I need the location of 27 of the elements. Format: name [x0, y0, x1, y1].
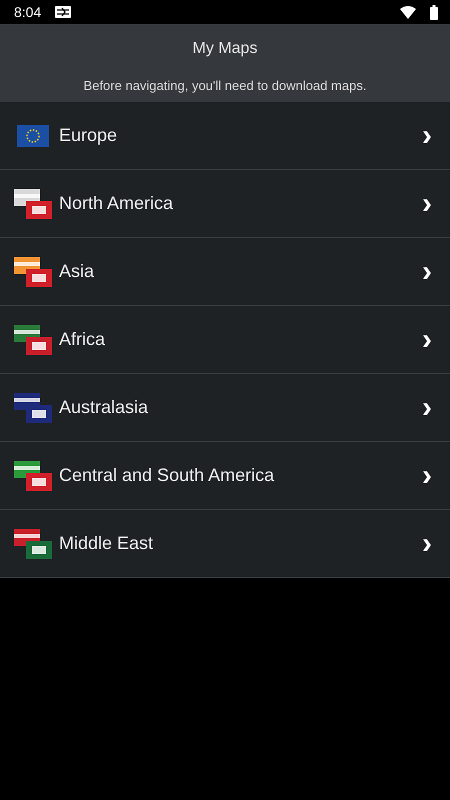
flags-icon — [14, 188, 52, 218]
flags-icon — [14, 256, 52, 286]
region-item[interactable]: Europe › — [0, 102, 450, 170]
chevron-icon: › — [422, 188, 432, 218]
chevron-icon: › — [422, 528, 432, 558]
chevron-icon: › — [422, 324, 432, 354]
flags-icon — [14, 392, 52, 422]
flags-icon — [14, 460, 52, 490]
chevron-icon: › — [422, 460, 432, 490]
notification-icon — [55, 5, 72, 19]
flags-icon — [14, 528, 52, 558]
flag-icon — [17, 124, 49, 146]
region-item[interactable]: Asia › — [0, 238, 450, 306]
chevron-icon: › — [422, 120, 432, 150]
region-item[interactable]: Central and South America › — [0, 442, 450, 510]
clock: 8:04 — [14, 4, 42, 20]
wifi-icon — [400, 6, 416, 18]
chevron-icon: › — [422, 392, 432, 422]
region-item[interactable]: Australasia › — [0, 374, 450, 442]
flags-icon — [14, 324, 52, 354]
chevron-icon: › — [422, 256, 432, 286]
region-item[interactable]: Middle East › — [0, 510, 450, 577]
page-title: My Maps — [192, 40, 258, 58]
subtitle: Before navigating, you'll need to download maps. — [84, 78, 366, 93]
region-item[interactable]: Africa › — [0, 306, 450, 374]
battery-icon — [430, 4, 438, 20]
region-item[interactable]: North America › — [0, 170, 450, 238]
